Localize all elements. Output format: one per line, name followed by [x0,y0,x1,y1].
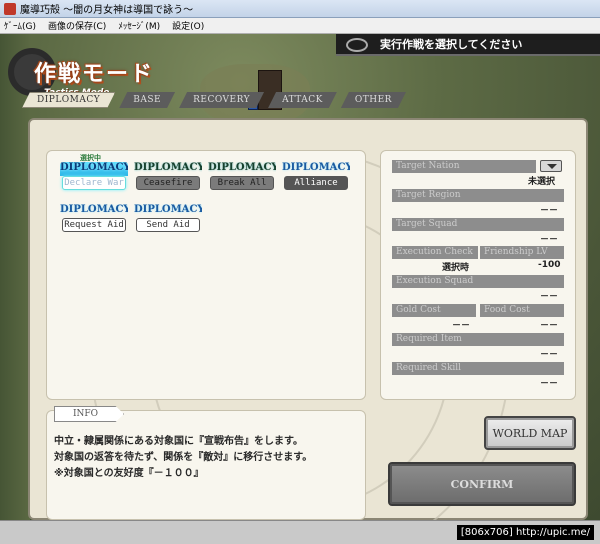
target-nation-label: Target Nation [392,160,536,173]
food-cost-label: Food Cost [480,304,564,317]
execution-check-value: 選択時 [442,263,470,273]
world-map-button[interactable]: WORLD MAP [484,416,576,450]
instruction-banner: 実行作戦を選択してください [336,34,600,56]
tab-base[interactable]: BASE [119,92,175,108]
command-label: Request Aid [62,218,126,232]
friendship-lv-value: -100 [538,260,561,270]
tab-recovery[interactable]: RECOVERY [179,92,264,108]
command-break-all[interactable]: DIPLOMACY Break All [208,158,276,192]
ornament-icon [346,38,368,52]
menubar: ｹﾞｰﾑ(G) 画像の保存(C) ﾒｯｾｰｼﾞ(M) 設定(O) [0,18,600,34]
command-category: DIPLOMACY [60,162,128,176]
command-category: DIPLOMACY [208,162,276,173]
execution-check-label: Execution Check [392,246,478,259]
app-icon [4,2,16,15]
target-region-label: Target Region [392,189,564,202]
gold-cost-label: Gold Cost [392,304,476,317]
required-item-value: －－ [540,350,559,360]
target-region-value: －－ [540,206,559,216]
command-ceasefire[interactable]: DIPLOMACY Ceasefire [134,158,202,192]
execution-squad-value: －－ [540,292,559,302]
command-request-aid[interactable]: DIPLOMACY Request Aid [60,200,128,234]
execution-squad-label: Execution Squad [392,275,564,288]
watermark: [806x706] http://upic.me/ [456,525,594,540]
mode-title: 作戦モード [34,61,155,87]
food-cost-value: －－ [540,321,559,331]
command-label: Ceasefire [136,176,200,190]
status-bar: [806x706] http://upic.me/ [0,520,600,544]
menu-message[interactable]: ﾒｯｾｰｼﾞ(M) [118,19,160,32]
tab-attack[interactable]: ATTACK [268,92,337,108]
command-label: Declare War [62,176,126,190]
required-skill-value: －－ [540,379,559,389]
command-label: Send Aid [136,218,200,232]
instruction-text: 実行作戦を選択してください [380,38,523,51]
command-declare-war[interactable]: 選択中 DIPLOMACY Declare War [60,154,128,192]
target-nation-dropdown-icon[interactable] [540,160,562,172]
target-nation-value: 未選択 [528,177,556,187]
required-skill-label: Required Skill [392,362,564,375]
target-squad-label: Target Squad [392,218,564,231]
command-send-aid[interactable]: DIPLOMACY Send Aid [134,200,202,234]
confirm-button[interactable]: CONFIRM [388,462,576,506]
info-line-1: 中立・隷属関係にある対象国に『宣戦布告』をします。 [54,436,303,447]
command-category: DIPLOMACY [134,204,202,215]
command-alliance[interactable]: DIPLOMACY Alliance [282,158,350,192]
command-category: DIPLOMACY [282,162,350,173]
tab-other[interactable]: OTHER [341,92,406,108]
tab-bar: DIPLOMACY BASE RECOVERY ATTACK OTHER [22,92,410,110]
target-squad-value: －－ [540,235,559,245]
menu-settings[interactable]: 設定(O) [172,19,204,32]
info-line-3: ※対象国との友好度『－１００』 [54,468,204,479]
menu-game[interactable]: ｹﾞｰﾑ(G) [4,19,36,32]
window-title: 魔導巧殻 ～闇の月女神は導国で詠う～ [20,5,194,16]
tab-diplomacy[interactable]: DIPLOMACY [22,92,115,108]
command-category: DIPLOMACY [60,204,128,215]
friendship-lv-label: Friendship LV [480,246,564,259]
command-category: DIPLOMACY [134,162,202,173]
required-item-label: Required Item [392,333,564,346]
window-titlebar: 魔導巧殻 ～闇の月女神は導国で詠う～ [0,0,600,18]
command-label: Break All [210,176,274,190]
command-label: Alliance [284,176,348,190]
info-tag: INFO [54,406,124,422]
menu-save-image[interactable]: 画像の保存(C) [48,19,106,32]
gold-cost-value: －－ [452,321,471,331]
info-line-2: 対象国の返答を待たず、関係を『敵対』に移行させます。 [54,452,313,463]
